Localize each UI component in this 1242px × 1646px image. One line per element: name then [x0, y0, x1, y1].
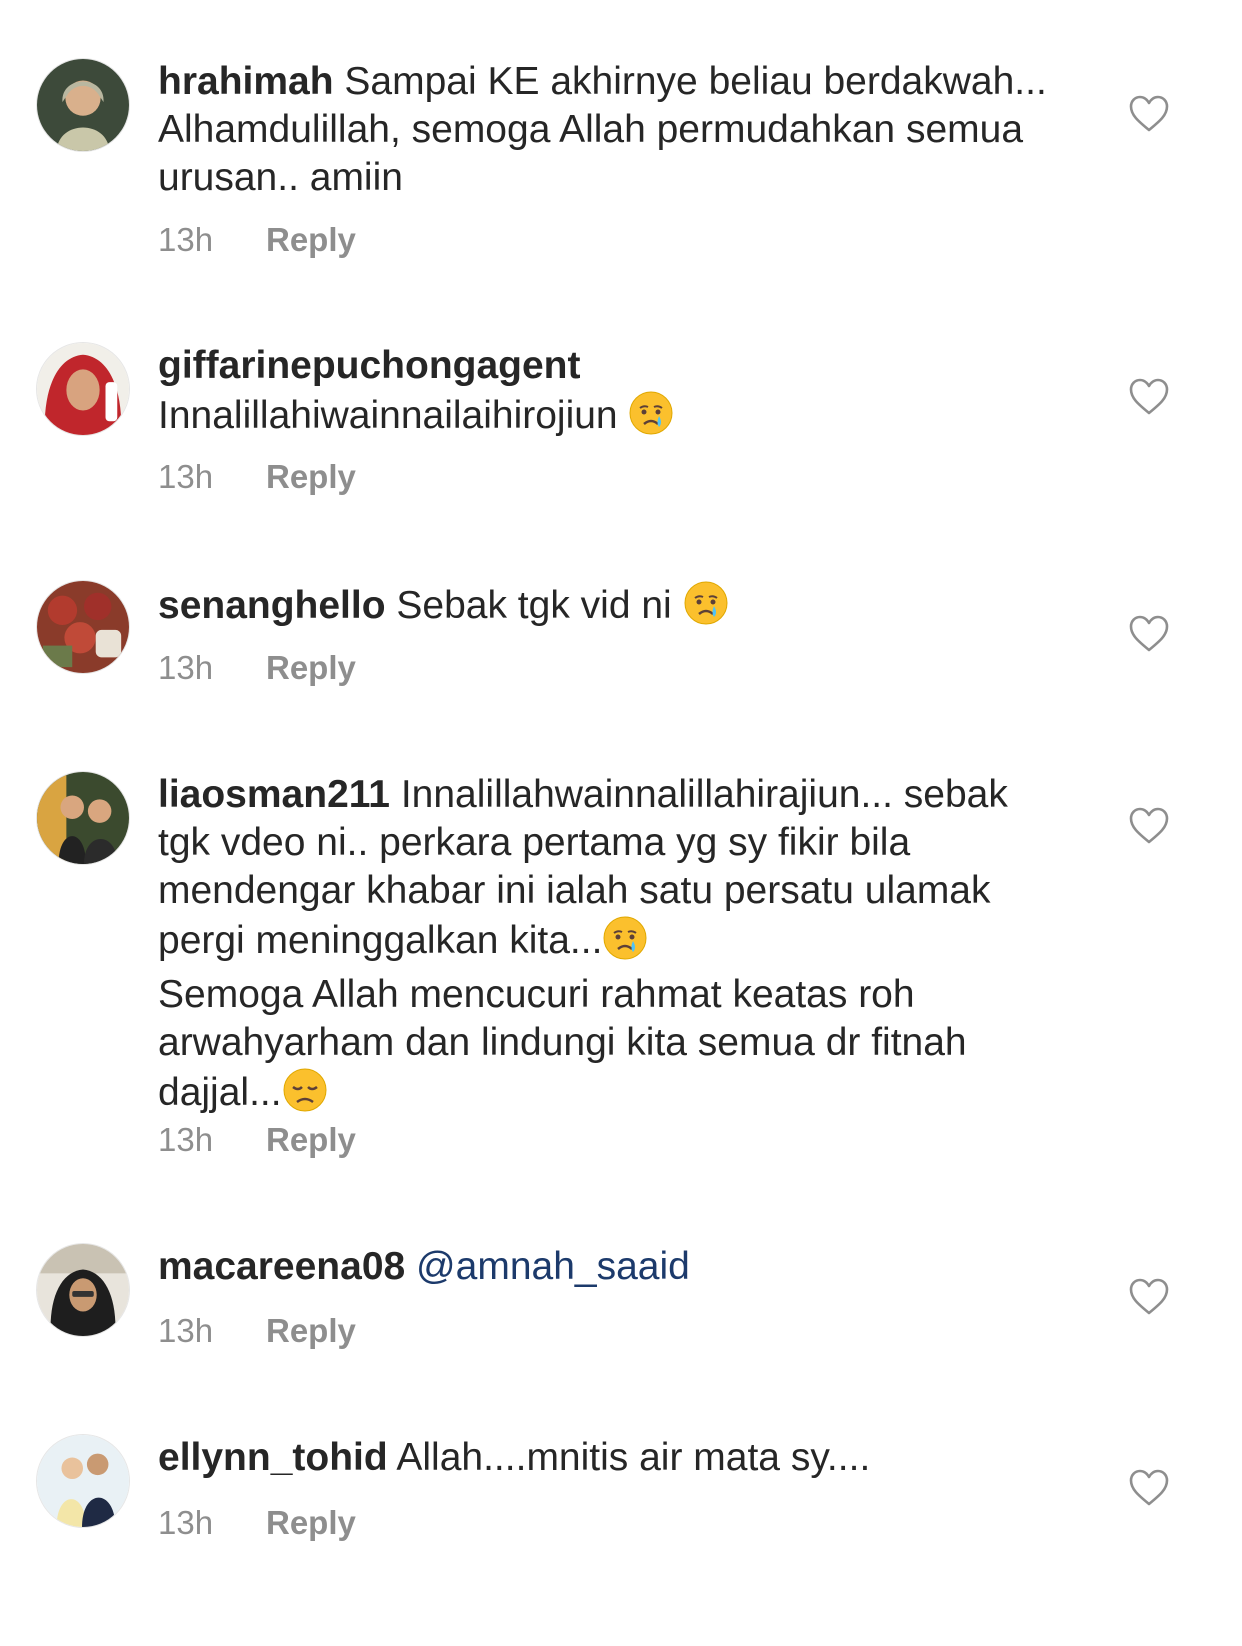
heart-outline-icon[interactable] [1128, 1468, 1170, 1508]
comment-text: Sebak tgk vid ni [396, 584, 672, 627]
comment-username[interactable]: senanghello [158, 584, 386, 627]
comment-username[interactable]: ellynn_tohid [158, 1436, 388, 1479]
avatar[interactable] [36, 58, 130, 152]
disappointed-face-emoji [282, 1067, 328, 1113]
comment-text: Innalillahiwainnailaihirojiun [158, 394, 618, 437]
comment-username[interactable]: liaosman211 [158, 773, 390, 816]
comment-meta: 13h Reply [158, 457, 356, 497]
reply-button[interactable]: Reply [266, 1121, 356, 1158]
comment-meta: 13h Reply [158, 1120, 356, 1160]
reply-button[interactable]: Reply [266, 458, 356, 495]
comment-username[interactable]: hrahimah [158, 60, 334, 103]
comment-time: 13h [158, 458, 214, 495]
comment-username[interactable]: giffarinepuchongagent [158, 344, 581, 387]
comment-body: hrahimah Sampai KE akhirnye beliau berda… [158, 58, 1058, 202]
avatar[interactable] [36, 580, 130, 674]
reply-button[interactable]: Reply [266, 1504, 356, 1541]
comment-body: liaosman211 Innalillahwainnalillahirajiu… [158, 771, 1058, 1117]
comment-time: 13h [158, 1312, 214, 1349]
comment-time: 13h [158, 1504, 214, 1541]
avatar[interactable] [36, 1243, 130, 1337]
comment-time: 13h [158, 1121, 214, 1158]
mention-link[interactable]: @amnah_saaid [416, 1245, 690, 1288]
heart-outline-icon[interactable] [1128, 1277, 1170, 1317]
comment-text: Allah....mnitis air mata sy.... [396, 1436, 871, 1479]
crying-face-emoji [628, 390, 674, 436]
comment-time: 13h [158, 221, 214, 258]
comment-username[interactable]: macareena08 [158, 1245, 405, 1288]
reply-button[interactable]: Reply [266, 649, 356, 686]
reply-button[interactable]: Reply [266, 221, 356, 258]
comment-meta: 13h Reply [158, 1311, 356, 1351]
avatar[interactable] [36, 342, 130, 436]
heart-outline-icon[interactable] [1128, 377, 1170, 417]
heart-outline-icon[interactable] [1128, 806, 1170, 846]
reply-button[interactable]: Reply [266, 1312, 356, 1349]
comment-text: Semoga Allah mencucuri rahmat keatas roh… [158, 973, 967, 1114]
crying-face-emoji [683, 580, 729, 626]
comment-body: ellynn_tohid Allah....mnitis air mata sy… [158, 1434, 1058, 1482]
comment-body: senanghello Sebak tgk vid ni [158, 580, 1058, 630]
heart-outline-icon[interactable] [1128, 614, 1170, 654]
comment-meta: 13h Reply [158, 220, 356, 260]
avatar[interactable] [36, 1434, 130, 1528]
comment-time: 13h [158, 649, 214, 686]
comment-body: macareena08 @amnah_saaid [158, 1243, 1058, 1291]
comment-meta: 13h Reply [158, 648, 356, 688]
heart-outline-icon[interactable] [1128, 94, 1170, 134]
comment-body: giffarinepuchongagent Innalillahiwainnail… [158, 342, 1058, 440]
avatar[interactable] [36, 771, 130, 865]
comment-meta: 13h Reply [158, 1503, 356, 1543]
crying-face-emoji [602, 915, 648, 961]
